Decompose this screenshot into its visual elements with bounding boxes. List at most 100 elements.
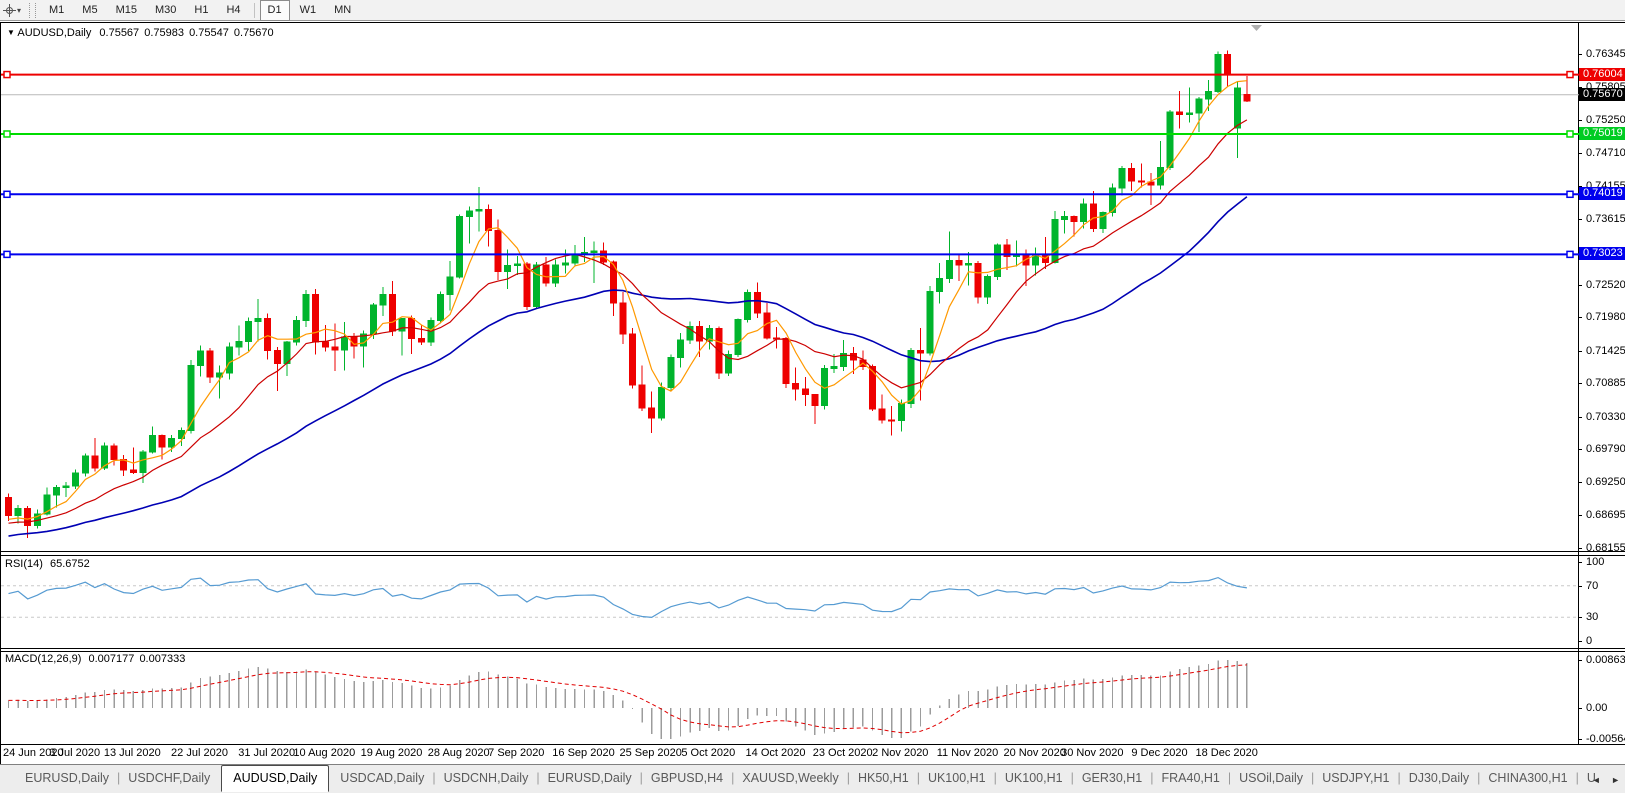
macd-tick-label: -0.005641 <box>1586 733 1625 745</box>
crosshair-tool-button[interactable]: ▾ <box>0 3 27 17</box>
hline-marker <box>1566 70 1574 79</box>
date-label: 3 Jul 2020 <box>49 747 101 759</box>
chart-shift-marker-icon <box>1251 25 1262 31</box>
tab-uk100-h1[interactable]: UK100,H1 <box>994 765 1074 790</box>
instrument-tab-bar: EURUSD,Daily | USDCHF,Daily AUDUSD,Daily USD… <box>0 764 1625 793</box>
tab-ger30-h1[interactable]: GER30,H1 <box>1071 765 1153 790</box>
macd-signal-line <box>8 664 1247 734</box>
rsi-tick <box>1578 562 1582 563</box>
macd-tick-label: 0.00 <box>1586 702 1608 714</box>
price-line-label: 0.74019 <box>1579 187 1625 201</box>
price-tick-label: 0.76345 <box>1586 48 1625 60</box>
price-tick <box>1578 515 1582 517</box>
timeframe-button-h4[interactable]: H4 <box>218 0 248 21</box>
rsi-name: RSI(14) <box>5 558 43 570</box>
tab-uk100-h1[interactable]: UK100,H1 <box>917 765 997 790</box>
date-label: 5 Oct 2020 <box>681 747 736 759</box>
tab-dj30-daily[interactable]: DJ30,Daily <box>1398 765 1480 790</box>
tab-audusd-daily[interactable]: AUDUSD,Daily <box>221 765 330 792</box>
timeframe-button-m30[interactable]: M30 <box>147 0 184 21</box>
tab-gbpusd-h4[interactable]: GBPUSD,H4 <box>640 765 734 790</box>
timeframe-button-h1[interactable]: H1 <box>186 0 216 21</box>
tab-eurusd-daily[interactable]: EURUSD,Daily <box>537 765 643 790</box>
tab-fra40-h1[interactable]: FRA40,H1 <box>1151 765 1231 790</box>
date-label: 23 Oct 2020 <box>812 747 873 759</box>
price-tick <box>1578 416 1582 418</box>
ohlc-low: 0.75547 <box>189 27 229 39</box>
date-label: 18 Dec 2020 <box>1195 747 1258 759</box>
date-label: 14 Oct 2020 <box>745 747 806 759</box>
timeframe-button-m5[interactable]: M5 <box>74 0 105 21</box>
timeframe-button-m15[interactable]: M15 <box>108 0 145 21</box>
date-label: 25 Sep 2020 <box>619 747 682 759</box>
date-label: 7 Sep 2020 <box>488 747 545 759</box>
price-line-label: 0.76004 <box>1579 67 1625 81</box>
price-tick-label: 0.70885 <box>1586 377 1625 390</box>
price-tick <box>1578 152 1582 154</box>
moving-average-13 <box>8 119 1248 524</box>
price-tick-label: 0.68695 <box>1586 509 1625 522</box>
ohlc-close: 0.75670 <box>233 27 274 39</box>
date-label: 2 Nov 2020 <box>872 747 929 759</box>
chart-symbol-label: AUDUSD,Daily <box>17 27 92 39</box>
timeframe-toolbar: ▾ M1 M5 M15 M30 H1 H4 D1 W1 MN <box>0 0 1625 21</box>
hline-marker <box>3 250 11 259</box>
macd-tick <box>1578 708 1582 709</box>
price-tick-label: 0.69250 <box>1586 475 1625 488</box>
date-label: 16 Sep 2020 <box>552 747 615 759</box>
crosshair-icon <box>3 3 16 17</box>
rsi-tick <box>1578 585 1582 587</box>
date-label: 20 Nov 2020 <box>1003 747 1066 759</box>
tab-usdchf-daily[interactable]: USDCHF,Daily <box>117 765 221 790</box>
tab-usdcnh-daily[interactable]: USDCNH,Daily <box>433 765 540 790</box>
tab-usdcad-daily[interactable]: USDCAD,Daily <box>329 765 435 790</box>
rsi-tick <box>1578 641 1582 642</box>
tab-scroll-left-icon[interactable]: ◄ <box>1589 773 1604 787</box>
chart-header: ▼ AUDUSD,Daily 0.75567 0.75983 0.75547 0… <box>7 27 274 39</box>
hline-marker <box>3 70 11 79</box>
price-tick-label: 0.72520 <box>1586 278 1625 291</box>
timeframe-button-d1[interactable]: D1 <box>259 0 290 21</box>
macd-tick <box>1578 660 1582 661</box>
main-rsi-separator-a[interactable] <box>0 551 1625 552</box>
date-label: 28 Aug 2020 <box>427 747 490 759</box>
macd-label: MACD(12,26,9) 0.007177 0.007333 <box>5 653 185 665</box>
timeframe-buttons: M1 M5 M15 M30 H1 H4 D1 W1 MN <box>40 0 360 21</box>
date-label: 13 Jul 2020 <box>103 747 161 759</box>
timeframe-button-m1[interactable]: M1 <box>41 0 72 21</box>
tab-hk50-h1[interactable]: HK50,H1 <box>847 765 920 790</box>
tab-eurusd-daily[interactable]: EURUSD,Daily <box>14 765 120 790</box>
macd-tick <box>1578 739 1582 740</box>
rsi-tick-label: 100 <box>1586 556 1605 568</box>
tab-usdjpy-h1[interactable]: USDJPY,H1 <box>1311 765 1400 790</box>
chevron-down-icon[interactable]: ▾ <box>17 6 21 15</box>
tab-usoil-daily[interactable]: USOil,Daily <box>1228 765 1314 790</box>
timeframe-button-mn[interactable]: MN <box>326 0 359 21</box>
price-tick <box>1578 350 1582 352</box>
price-line-label: 0.73023 <box>1579 247 1625 261</box>
price-tick-label: 0.74710 <box>1586 146 1625 159</box>
price-tick <box>1578 548 1582 549</box>
macd-main-value: 0.007177 <box>88 653 135 665</box>
price-tick-label: 0.69790 <box>1586 443 1625 456</box>
collapse-caret-icon[interactable]: ▼ <box>7 28 15 37</box>
macd-tick-label: 0.008633 <box>1586 654 1625 666</box>
date-label: 10 Aug 2020 <box>293 747 356 759</box>
rsi-plot[interactable] <box>1 556 1579 649</box>
rsi-tick <box>1578 617 1582 619</box>
toolbar-separator <box>253 2 255 18</box>
macd-plot[interactable] <box>1 652 1579 744</box>
price-tick-label: 0.71425 <box>1586 344 1625 357</box>
price-tick-label: 0.70330 <box>1586 410 1625 423</box>
toolbar-grip[interactable] <box>29 2 37 18</box>
tab-scroll-right-icon[interactable]: ► <box>1608 773 1623 787</box>
price-tick <box>1578 383 1582 385</box>
rsi-tick-label: 0 <box>1586 635 1593 647</box>
tab-china300-h1[interactable]: CHINA300,H1 <box>1477 765 1578 790</box>
price-line-label: 0.75019 <box>1579 126 1625 140</box>
tab-xauusd-weekly[interactable]: XAUUSD,Weekly <box>731 765 849 790</box>
rsi-tick-label: 30 <box>1586 611 1599 624</box>
main-chart-plot[interactable] <box>1 22 1579 551</box>
price-tick <box>1578 218 1582 220</box>
timeframe-button-w1[interactable]: W1 <box>292 0 325 21</box>
